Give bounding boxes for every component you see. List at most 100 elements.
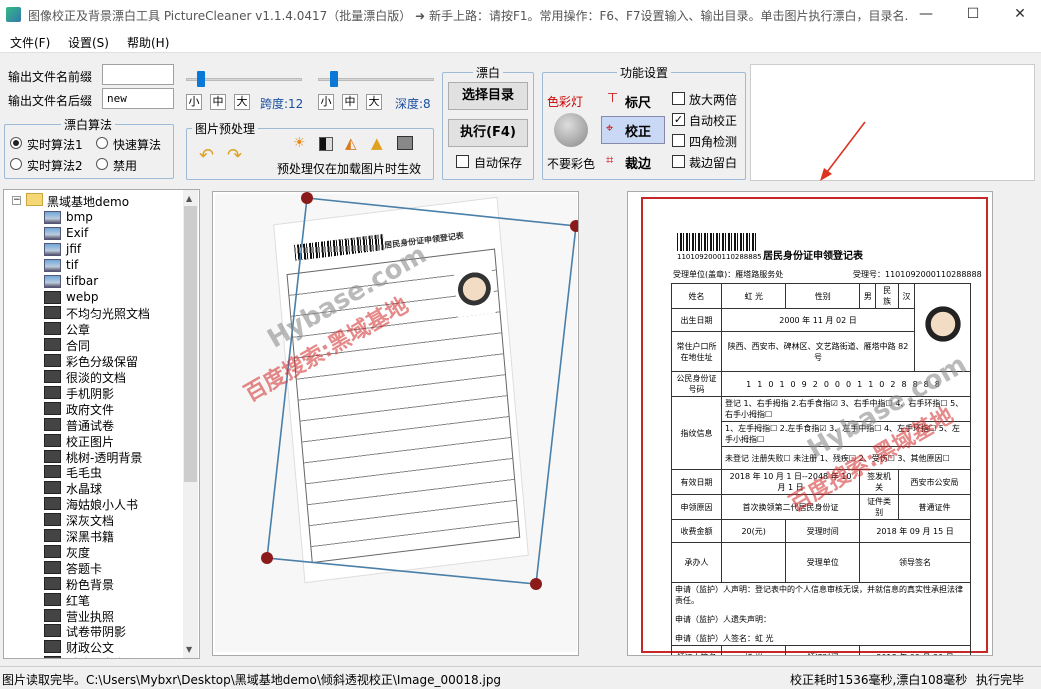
autosave-checkbox[interactable] [456,155,469,168]
id-digit: 0 [768,379,780,389]
tree-item[interactable]: 灰度 [44,544,90,560]
rotate-crop-icon[interactable] [397,136,413,150]
corner-handle-tl[interactable] [301,192,313,204]
image-file-icon [44,370,61,383]
ruler-icon[interactable]: ⊤ [607,91,618,106]
suffix-input[interactable]: new [102,88,174,109]
id-digit: 2 [812,379,824,389]
cell-rec-label: 领证人签名 [671,645,722,655]
image-file-icon [44,385,61,399]
tree-item[interactable]: 海姑娘小人书 [44,496,138,512]
scroll-thumb[interactable] [184,206,197,482]
scroll-up-icon[interactable]: ▲ [186,194,192,203]
tree-item[interactable]: 合同 [44,337,90,353]
corner-handle-bl[interactable] [261,552,273,564]
correct-button[interactable]: 校正 [625,121,651,140]
id-digit: 0 [790,379,802,389]
maximize-button[interactable]: ☐ [950,0,996,29]
zoom2x-checkbox[interactable] [672,92,685,105]
tree-item[interactable]: 财政证书文件 [44,655,138,658]
correct-icon[interactable]: ⌖ [606,121,613,136]
tree-item[interactable]: 粉色背景 [44,576,114,592]
tree-item[interactable]: 试卷带阴影 [44,623,126,639]
tree-item[interactable]: 水晶球 [44,480,102,496]
undo-icon[interactable]: ↶ [199,145,214,166]
tree-item[interactable]: webp [44,290,98,306]
original-image-pane[interactable]: 居民身份证申领登记表 百度搜索:黑域基地 Hybase.com [212,191,579,656]
minimize-button[interactable]: — [903,0,949,29]
tree-item[interactable]: jfif [44,242,81,258]
tree-root[interactable]: 黑域基地demo [47,193,129,210]
corner-handle-br[interactable] [530,578,542,590]
tree-item[interactable]: 不均匀光照文档 [44,305,150,321]
algo-title: 漂白算法 [61,116,116,133]
span-slider-thumb[interactable] [197,71,205,87]
color-light-label: 色彩灯 [547,95,584,109]
tree-item[interactable]: 财政公文 [44,639,114,655]
doc-unit: 受理单位(盖章)：雁塔路服务处 [673,270,784,279]
tree-scrollbar[interactable]: ▲ ▼ [183,190,198,658]
corner-detect-checkbox[interactable] [672,134,685,147]
tree-item[interactable]: bmp [44,210,93,226]
tree-item[interactable]: 政府文件 [44,401,114,417]
tree-item[interactable]: 营业执照 [44,608,114,624]
depth-slider-thumb[interactable] [330,71,338,87]
crop-button[interactable]: 裁边 [625,153,651,172]
tree-item[interactable]: Exif [44,226,88,242]
depth-size-large[interactable]: 大 [366,94,382,110]
algo-radio-4[interactable] [96,158,108,170]
corner-handle-tr[interactable] [570,220,579,232]
image-file-icon [44,640,61,654]
crop-icon[interactable]: ⌗ [606,153,613,168]
id-digit: 0 [834,379,846,389]
redo-icon[interactable]: ↷ [227,145,242,166]
depth-size-medium[interactable]: 中 [342,94,358,110]
levels-icon[interactable]: ◭ [345,134,357,152]
tree-item[interactable]: 毛毛虫 [44,464,102,480]
sharpen-icon[interactable]: ▲ [371,134,383,152]
brightness-icon[interactable]: ☀ [293,135,306,151]
prefix-input[interactable] [102,64,174,85]
menu-help[interactable]: 帮助(H) [127,34,169,51]
tree-item[interactable]: 公章 [44,321,90,337]
span-size-medium[interactable]: 中 [210,94,226,110]
tree-item[interactable]: 红笔 [44,592,90,608]
execute-button[interactable]: 执行(F4) [448,119,528,147]
folder-tree[interactable]: − 黑域基地demo bmp Exif jfif tif tifbar webp 不均匀光照… [3,189,200,659]
menu-settings[interactable]: 设置(S) [68,34,109,51]
depth-size-small[interactable]: 小 [318,94,334,110]
tree-item[interactable]: 很淡的文档 [44,369,126,385]
tree-collapse-toggle[interactable]: − [12,196,21,205]
algo-radio-1[interactable] [10,137,22,149]
tree-item[interactable]: 桃树-透明背景 [44,449,142,465]
algo-radio-3[interactable] [10,158,22,170]
tree-item[interactable]: 手机阴影 [44,385,114,401]
tree-item[interactable]: tif [44,258,78,274]
crop-margin-checkbox[interactable] [672,155,685,168]
tree-item[interactable]: 校正图片 [44,433,114,449]
tree-item[interactable]: 深灰文档 [44,512,114,528]
preview-box [750,64,1035,181]
span-size-large[interactable]: 大 [234,94,250,110]
autocorrect-checkbox[interactable]: ✓ [672,113,685,126]
algo-radio-2[interactable] [96,137,108,149]
contrast-icon[interactable] [319,137,333,151]
ruler-button[interactable]: 标尺 [625,92,651,111]
close-button[interactable]: ✕ [997,0,1041,29]
tree-item[interactable]: 深黑书籍 [44,528,114,544]
tree-item[interactable]: 彩色分级保留 [44,353,138,369]
image-file-icon [44,624,61,638]
tree-item[interactable]: 答题卡 [44,560,102,576]
color-light-toggle[interactable] [554,113,588,147]
scroll-down-icon[interactable]: ▼ [186,645,192,654]
cell-sex-label: 性别 [785,283,861,309]
image-file-icon [44,433,61,447]
id-digit: 1 [779,379,791,389]
doc-title: 居民身份证申领登记表 [763,251,863,262]
tree-item[interactable]: 普通试卷 [44,417,114,433]
result-image-pane[interactable]: 1101092000110288885 居民身份证申领登记表 受理单位(盖章)：… [627,191,993,656]
select-dir-button[interactable]: 选择目录 [448,82,528,110]
span-size-small[interactable]: 小 [186,94,202,110]
tree-item[interactable]: tifbar [44,274,98,290]
menu-file[interactable]: 文件(F) [10,34,50,51]
